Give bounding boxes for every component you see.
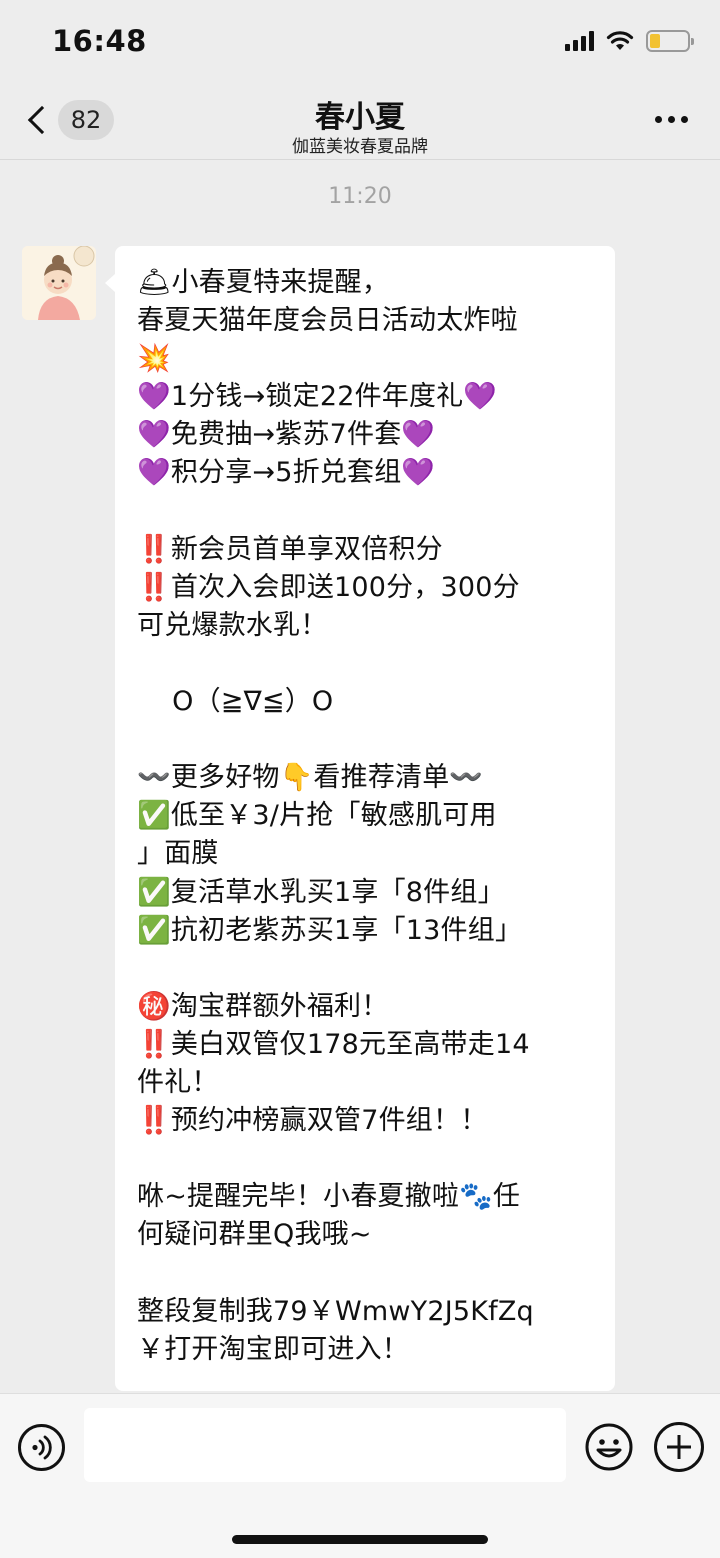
message-line: 💥 — [137, 343, 171, 375]
chat-title: 春小夏 — [315, 100, 405, 135]
message-line — [137, 1140, 595, 1178]
message-line — [137, 645, 595, 683]
message-line: 💜积分享→5折兑套组💜 — [137, 457, 436, 489]
more-button[interactable] — [655, 116, 688, 123]
message-bubble[interactable]: 🛎小春夏特来提醒， 春夏天猫年度会员日活动太炸啦 💥 💜1分钱→锁定22件年度礼💜 💜免… — [105, 246, 615, 1391]
message-line: 🛎小春夏特来提醒， — [137, 267, 390, 298]
home-indicator[interactable] — [232, 1535, 488, 1544]
plus-button[interactable] — [654, 1422, 704, 1472]
avatar-illustration — [22, 246, 96, 320]
voice-button[interactable] — [18, 1424, 65, 1471]
wifi-icon — [606, 31, 634, 50]
status-time: 16:48 — [52, 24, 147, 58]
message-line — [137, 950, 595, 988]
message-input[interactable] — [84, 1408, 566, 1482]
message-line — [137, 1254, 595, 1292]
battery-level — [650, 34, 661, 48]
message-line: ㊙️淘宝群额外福利！ — [137, 990, 389, 1022]
status-icons — [565, 30, 694, 52]
message-line: 整段复制我79￥WmwY2J5KfZq — [137, 1295, 534, 1327]
message-timestamp: 11:20 — [328, 184, 392, 209]
input-bar — [0, 1393, 720, 1558]
message-line: 咻~提醒完毕！小春夏撤啦🐾任 — [137, 1181, 521, 1213]
sender-avatar[interactable] — [22, 246, 96, 320]
battery-icon — [646, 30, 694, 52]
more-dots-icon — [655, 116, 662, 123]
message-line: 何疑问群里Q我哦~ — [137, 1219, 372, 1251]
chat-subtitle: 伽蓝美妆春夏品牌 — [292, 137, 428, 157]
message-text: 🛎小春夏特来提醒， 春夏天猫年度会员日活动太炸啦 💥 💜1分钱→锁定22件年度礼💜 💜免… — [137, 264, 595, 1369]
chat-header: 82 春小夏 伽蓝美妆春夏品牌 — [0, 86, 720, 160]
emoji-icon — [585, 1423, 633, 1471]
message-line: ‼️新会员首单享双倍积分 — [137, 533, 443, 565]
message-line: 可兑爆款水乳！ — [137, 609, 328, 641]
message-line: 」面膜 — [137, 838, 219, 870]
message-line: ‼️首次入会即送100分，300分 — [137, 571, 520, 603]
voice-icon — [32, 1435, 52, 1460]
message-line: 〰️更多好物👇看推荐清单〰️ — [137, 762, 484, 794]
signal-icon — [565, 31, 594, 51]
message-line: 💜免费抽→紫苏7件套💜 — [137, 419, 436, 451]
message-line: ￥打开淘宝即可进入！ — [137, 1333, 409, 1365]
message-line: ✅低至￥3/片抢「敏感肌可用 — [137, 800, 497, 832]
message-line: ✅复活草水乳买1享「8件组」 — [137, 876, 505, 908]
message-line: ‼️美白双管仅178元至高带走14 — [137, 1028, 530, 1060]
message-line: 件礼！ — [137, 1066, 219, 1098]
emoji-button[interactable] — [584, 1422, 634, 1472]
message-line: ✅抗初老紫苏买1享「13件组」 — [137, 914, 523, 946]
message-line — [137, 493, 595, 531]
message-line: 春夏天猫年度会员日活动太炸啦 — [137, 305, 518, 337]
status-bar: 16:48 — [0, 0, 720, 86]
message-line: ‼️预约冲榜赢双管7件组！！ — [137, 1105, 488, 1137]
message-line: O（≧∇≦）O — [137, 686, 334, 718]
message-line: 💜1分钱→锁定22件年度礼💜 — [137, 381, 498, 413]
message-line — [137, 721, 595, 759]
